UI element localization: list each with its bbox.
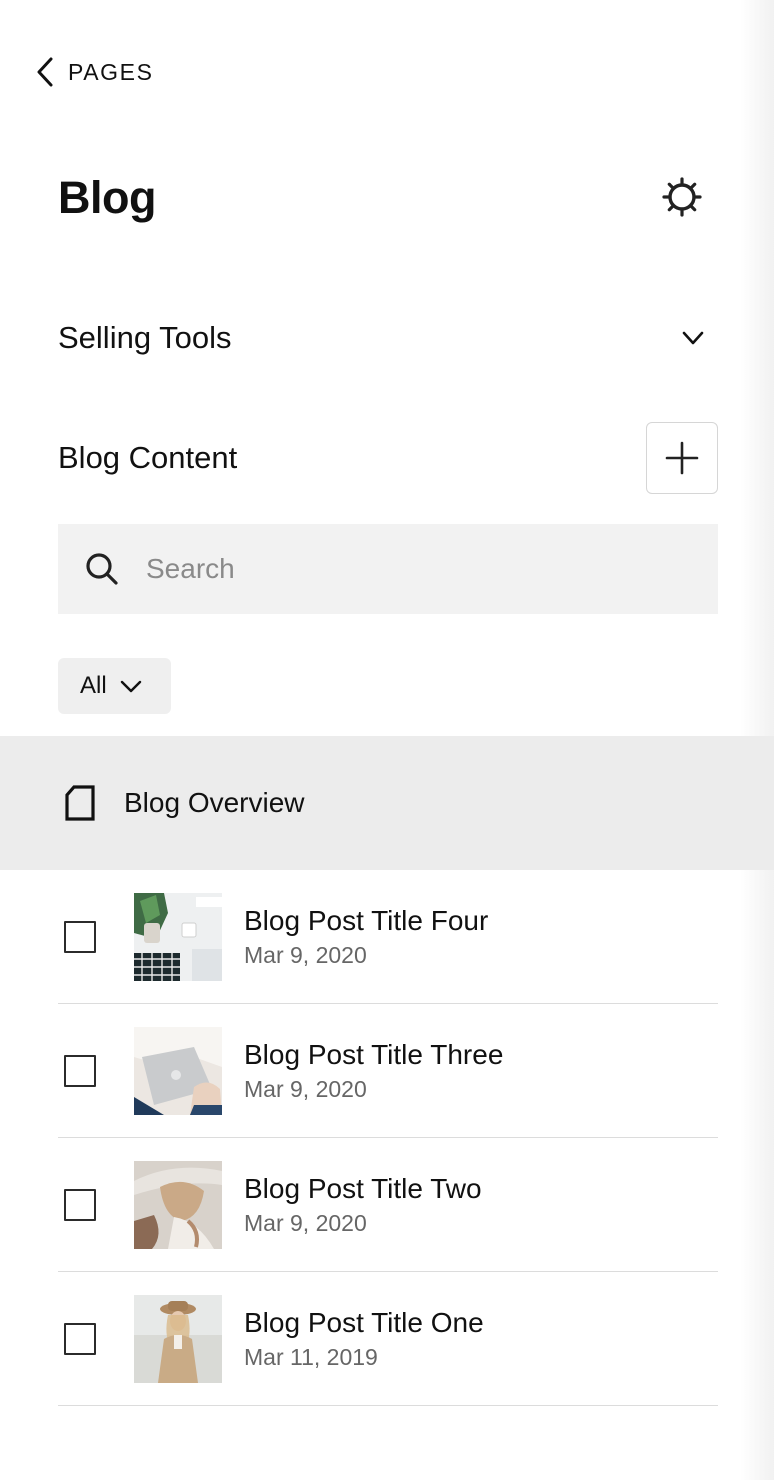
post-title: Blog Post Title Three (244, 1039, 504, 1070)
back-to-pages-link[interactable]: PAGES (34, 54, 154, 90)
search-input[interactable] (146, 553, 686, 585)
post-thumbnail (134, 1294, 222, 1383)
post-title: Blog Post Title Four (244, 905, 489, 936)
desk-with-plant-and-mug-photo (134, 892, 222, 981)
post-title: Blog Post Title One (244, 1307, 484, 1338)
list-item[interactable]: Blog Post Title Four Mar 9, 2020 (58, 870, 718, 1004)
blog-overview-label: Blog Overview (124, 787, 305, 818)
woman-in-hat-front-photo (134, 1294, 222, 1383)
post-checkbox[interactable] (64, 920, 96, 953)
post-date: Mar 9, 2020 (244, 942, 367, 968)
post-thumbnail (134, 1026, 222, 1115)
post-date: Mar 11, 2019 (244, 1344, 378, 1370)
page-icon (65, 785, 95, 821)
gear-icon[interactable] (660, 175, 704, 219)
post-date: Mar 9, 2020 (244, 1210, 367, 1236)
search-icon (86, 553, 118, 585)
blog-overview-item[interactable]: Blog Overview (0, 736, 774, 870)
search-bar[interactable] (58, 524, 718, 614)
selling-tools-section[interactable]: Selling Tools (58, 312, 718, 364)
post-thumbnail (134, 1160, 222, 1249)
back-label: PAGES (68, 58, 154, 85)
page-title: Blog (58, 172, 156, 223)
post-thumbnail (134, 892, 222, 981)
filter-dropdown[interactable]: All (58, 658, 171, 714)
post-date: Mar 9, 2020 (244, 1076, 367, 1102)
add-post-button[interactable] (646, 422, 718, 494)
post-checkbox[interactable] (64, 1188, 96, 1221)
list-item[interactable]: Blog Post Title Three Mar 9, 2020 (58, 1004, 718, 1138)
list-item[interactable]: Blog Post Title Two Mar 9, 2020 (58, 1138, 718, 1272)
selling-tools-label: Selling Tools (58, 320, 232, 355)
chevron-left-icon (37, 57, 53, 87)
hands-on-laptop-photo (134, 1026, 222, 1115)
woman-in-hat-side-photo (134, 1160, 222, 1249)
plus-icon (665, 441, 699, 475)
blog-content-header: Blog Content (58, 422, 718, 494)
post-title: Blog Post Title Two (244, 1173, 482, 1204)
chevron-down-icon[interactable] (678, 323, 708, 353)
blog-content-label: Blog Content (58, 440, 238, 475)
filter-selected-value: All (80, 672, 107, 699)
post-list: Blog Post Title Four Mar 9, 2020 Blog Po… (58, 870, 718, 1406)
post-checkbox[interactable] (64, 1054, 96, 1087)
post-checkbox[interactable] (64, 1322, 96, 1355)
chevron-down-icon (120, 680, 141, 693)
list-item[interactable]: Blog Post Title One Mar 11, 2019 (58, 1272, 718, 1406)
